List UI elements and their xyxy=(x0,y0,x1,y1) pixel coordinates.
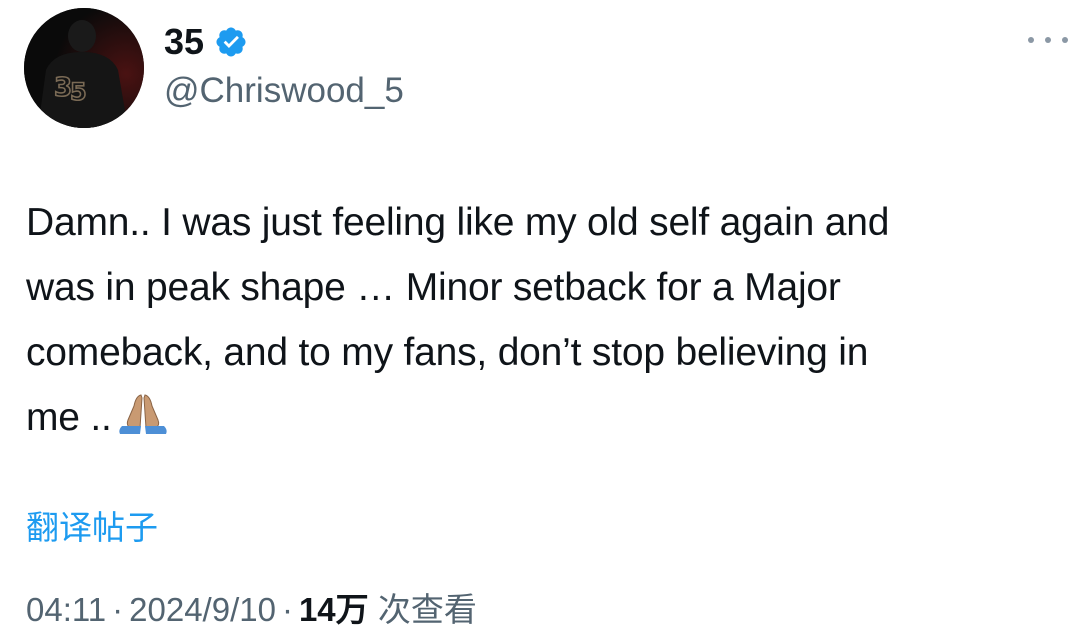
avatar[interactable]: 3 5 xyxy=(24,8,144,128)
meta-separator: · xyxy=(112,591,124,628)
tweet-card: 3 5 35 @Chriswood_5 Damn.. I was just fe… xyxy=(0,0,1076,640)
tweet-text-line-end: me .. xyxy=(26,396,112,439)
folded-hands-icon xyxy=(119,394,167,434)
author-name-row: 35 xyxy=(164,18,248,66)
tweet-meta: 04:11 · 2024/9/10 · 14万 次查看 xyxy=(26,591,477,628)
post-date[interactable]: 2024/9/10 xyxy=(129,591,276,628)
more-horizontal-icon-dot xyxy=(1062,37,1068,43)
more-options-button[interactable] xyxy=(1028,26,1068,54)
post-time[interactable]: 04:11 xyxy=(26,591,106,628)
author-handle[interactable]: @Chriswood_5 xyxy=(164,71,404,111)
translate-post-link[interactable]: 翻译帖子 xyxy=(26,509,158,546)
more-horizontal-icon-dot xyxy=(1045,37,1051,43)
tweet-text: Damn.. I was just feeling like my old se… xyxy=(26,190,1056,450)
more-horizontal-icon xyxy=(1028,37,1034,43)
display-name[interactable]: 35 xyxy=(164,24,204,60)
tweet-text-line: Damn.. I was just feeling like my old se… xyxy=(26,201,890,244)
svg-text:5: 5 xyxy=(70,78,87,106)
views-count[interactable]: 14万 xyxy=(299,591,369,628)
tweet-text-line-last: me .. xyxy=(26,385,1056,450)
meta-separator: · xyxy=(281,591,293,628)
tweet-text-line: comeback, and to my fans, don’t stop bel… xyxy=(26,331,869,374)
views-label: 次查看 xyxy=(377,591,477,628)
avatar-image: 3 5 xyxy=(24,8,144,128)
tweet-text-line: was in peak shape … Minor setback for a … xyxy=(26,266,841,309)
verified-badge-icon xyxy=(216,27,246,57)
